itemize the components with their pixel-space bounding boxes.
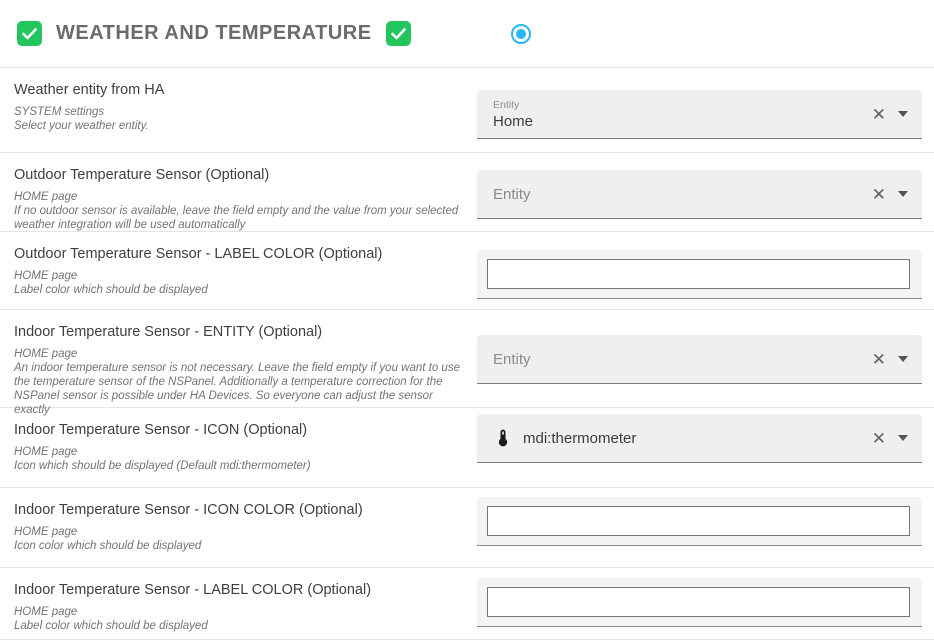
chevron-down-icon[interactable] (898, 191, 908, 197)
indoor-label-color-input[interactable] (487, 587, 910, 617)
outdoor-label-color-field (477, 250, 922, 299)
setting-context: HOME page (14, 269, 467, 283)
indoor-icon-color-input[interactable] (487, 506, 910, 536)
section-title: WEATHER AND TEMPERATURE (56, 22, 372, 45)
setting-row-indoor-icon: Indoor Temperature Sensor - ICON (Option… (0, 408, 934, 488)
setting-row-indoor-entity: Indoor Temperature Sensor - ENTITY (Opti… (0, 310, 934, 408)
setting-description: Select your weather entity. (14, 119, 467, 133)
chevron-down-icon[interactable] (898, 435, 908, 441)
setting-title: Indoor Temperature Sensor - ICON COLOR (… (14, 502, 467, 518)
section-header: WEATHER AND TEMPERATURE (0, 0, 934, 68)
select-placeholder: Entity (493, 351, 531, 368)
setting-row-weather-entity: Weather entity from HA SYSTEM settings S… (0, 68, 934, 153)
section-enabled-checkbox-right[interactable] (386, 21, 411, 46)
setting-context: HOME page (14, 605, 467, 619)
setting-title: Weather entity from HA (14, 82, 467, 98)
outdoor-label-color-input[interactable] (487, 259, 910, 289)
setting-context: SYSTEM settings (14, 105, 467, 119)
setting-context: HOME page (14, 347, 467, 361)
setting-description: Icon color which should be displayed (14, 539, 467, 553)
chevron-down-icon[interactable] (898, 356, 908, 362)
setting-description: Label color which should be displayed (14, 283, 467, 297)
section-radio-button[interactable] (511, 24, 531, 44)
setting-title: Indoor Temperature Sensor - ENTITY (Opti… (14, 324, 467, 340)
setting-description: Label color which should be displayed (14, 619, 467, 633)
chevron-down-icon[interactable] (898, 111, 908, 117)
indoor-sensor-entity-select[interactable]: Entity ✕ (477, 335, 922, 384)
setting-title: Outdoor Temperature Sensor - LABEL COLOR… (14, 246, 467, 262)
select-value: Home (493, 113, 533, 130)
section-enabled-checkbox-left[interactable] (17, 21, 42, 46)
select-placeholder: Entity (493, 186, 531, 203)
setting-row-outdoor-label-color: Outdoor Temperature Sensor - LABEL COLOR… (0, 232, 934, 310)
setting-context: HOME page (14, 445, 467, 459)
select-field-label: Entity (493, 99, 533, 111)
select-value: mdi:thermometer (523, 430, 636, 447)
weather-entity-select[interactable]: Entity Home ✕ (477, 90, 922, 139)
setting-title: Indoor Temperature Sensor - ICON (Option… (14, 422, 467, 438)
checkmark-icon (391, 28, 406, 40)
checkmark-icon (22, 28, 37, 40)
setting-description: Icon which should be displayed (Default … (14, 459, 467, 473)
clear-icon[interactable]: ✕ (872, 430, 886, 447)
setting-row-outdoor-sensor: Outdoor Temperature Sensor (Optional) HO… (0, 153, 934, 232)
outdoor-sensor-entity-select[interactable]: Entity ✕ (477, 170, 922, 219)
clear-icon[interactable]: ✕ (872, 186, 886, 203)
setting-context: HOME page (14, 190, 467, 204)
clear-icon[interactable]: ✕ (872, 351, 886, 368)
setting-row-indoor-label-color: Indoor Temperature Sensor - LABEL COLOR … (0, 568, 934, 640)
indoor-icon-color-field (477, 497, 922, 546)
setting-context: HOME page (14, 525, 467, 539)
setting-description: If no outdoor sensor is available, leave… (14, 204, 467, 232)
radio-dot (516, 29, 526, 39)
thermometer-icon (493, 428, 513, 448)
setting-row-indoor-icon-color: Indoor Temperature Sensor - ICON COLOR (… (0, 488, 934, 568)
clear-icon[interactable]: ✕ (872, 106, 886, 123)
setting-title: Indoor Temperature Sensor - LABEL COLOR … (14, 582, 467, 598)
indoor-label-color-field (477, 578, 922, 627)
setting-title: Outdoor Temperature Sensor (Optional) (14, 167, 467, 183)
indoor-icon-select[interactable]: mdi:thermometer ✕ (477, 414, 922, 463)
